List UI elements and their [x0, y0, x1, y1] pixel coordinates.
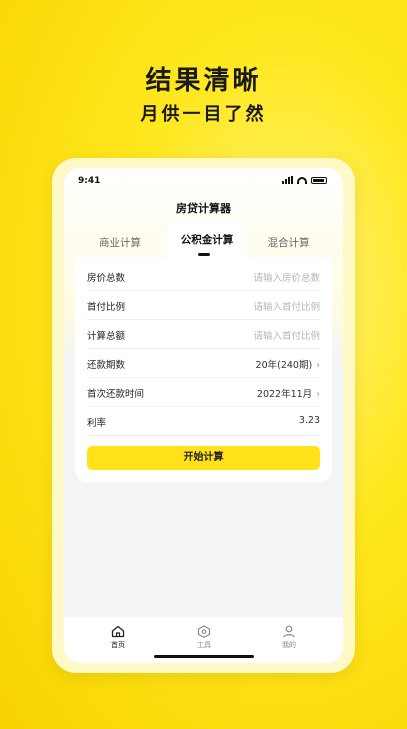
- chevron-right-icon: ›: [316, 389, 320, 400]
- form-row-first-payment[interactable]: 首次还款时间 2022年11月 ›: [87, 378, 320, 407]
- house-price-label: 房价总数: [87, 273, 126, 284]
- promo-title: 结果清晰: [145, 66, 262, 96]
- down-payment-input[interactable]: 请输入首付比例: [253, 299, 320, 313]
- battery-icon: [311, 176, 327, 184]
- tools-icon: [197, 625, 211, 638]
- rate-label: 利率: [87, 418, 107, 429]
- signal-icon: [282, 176, 293, 184]
- nav-tools[interactable]: 工具: [184, 625, 224, 650]
- form-row-term[interactable]: 还款期数 20年(240期) ›: [87, 349, 320, 378]
- user-icon: [283, 625, 295, 638]
- nav-profile[interactable]: 我的: [269, 625, 309, 650]
- tab-active-indicator: [198, 253, 210, 256]
- chevron-right-icon: ›: [316, 360, 320, 371]
- form-row-rate[interactable]: 利率 3.23: [87, 407, 320, 436]
- term-value: 20年(240期): [255, 360, 313, 371]
- total-amount-input[interactable]: 请输入首付比例: [253, 328, 320, 342]
- down-payment-label: 首付比例: [87, 302, 126, 313]
- page-title: 房贷计算器: [176, 202, 231, 215]
- status-bar: 9:41: [64, 174, 343, 190]
- start-calculate-button[interactable]: 开始计算: [87, 446, 320, 470]
- nav-tools-label: 工具: [197, 641, 211, 649]
- first-payment-value: 2022年11月: [256, 389, 313, 400]
- first-payment-select[interactable]: 2022年11月 ›: [257, 386, 320, 400]
- app-screen: 9:41 房贷计算器 商业计算 公积金计算 混合计算 房价总数 请输入房价总数 …: [64, 168, 343, 663]
- tab-mixed[interactable]: 混合计算: [245, 226, 332, 260]
- form-row-house-price[interactable]: 房价总数 请输入房价总数: [87, 262, 320, 291]
- wifi-icon: [297, 176, 307, 184]
- loan-form: 房价总数 请输入房价总数 首付比例 请输入首付比例 计算总额 请输入首付比例 还…: [75, 258, 332, 482]
- nav-home[interactable]: 首页: [98, 625, 138, 650]
- nav-profile-label: 我的: [282, 641, 296, 649]
- form-row-total[interactable]: 计算总额 请输入首付比例: [87, 320, 320, 349]
- home-indicator: [154, 655, 254, 658]
- term-label: 还款期数: [87, 360, 126, 371]
- bottom-nav: 首页 工具 我的: [64, 617, 343, 663]
- promo-subtitle: 月供一目了然: [140, 104, 267, 125]
- status-time: 9:41: [78, 176, 101, 186]
- term-select[interactable]: 20年(240期) ›: [256, 357, 320, 371]
- home-icon: [111, 625, 125, 638]
- nav-home-label: 首页: [111, 641, 125, 649]
- house-price-input[interactable]: 请输入房价总数: [253, 270, 320, 284]
- status-icons: [282, 176, 327, 184]
- tab-commercial[interactable]: 商业计算: [75, 226, 165, 260]
- rate-value[interactable]: 3.23: [299, 415, 320, 426]
- form-row-down-payment[interactable]: 首付比例 请输入首付比例: [87, 291, 320, 320]
- first-payment-label: 首次还款时间: [87, 389, 145, 400]
- phone-frame: 9:41 房贷计算器 商业计算 公积金计算 混合计算 房价总数 请输入房价总数 …: [52, 158, 355, 673]
- total-amount-label: 计算总额: [87, 331, 126, 342]
